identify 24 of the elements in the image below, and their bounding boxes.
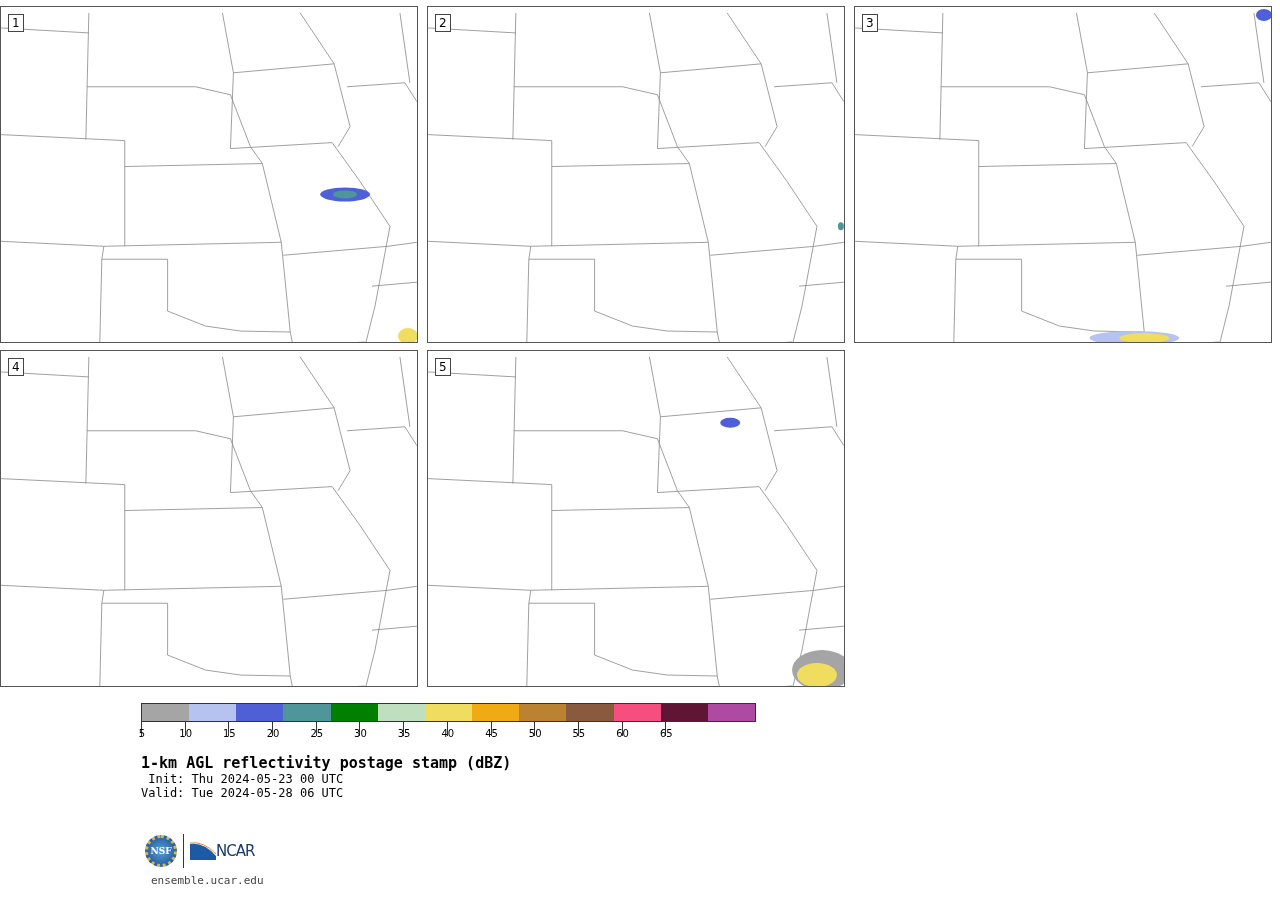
panel-number: 3 [862,14,878,32]
panel-number: 2 [435,14,451,32]
tick-label: 55 [572,728,586,739]
tick-label: 25 [310,728,324,739]
tick-label: 20 [266,728,280,739]
panel-number: 4 [8,358,24,376]
tick-label: 40 [441,728,455,739]
tick-label: 60 [616,728,629,739]
valid-time: Valid: Tue 2024-05-28 06 UTC [141,786,344,800]
tick-label: 10 [179,728,193,739]
tick-label: 5 [138,728,146,739]
panel-number: 1 [8,14,24,32]
tick-label: 15 [223,728,236,739]
tick-label: 65 [659,728,673,739]
panel-number: 5 [435,358,451,376]
tick-label: 50 [528,728,542,739]
website-url: ensemble.ucar.edu [151,874,264,887]
nsf-logo: NSF [145,835,177,867]
tick-label: 35 [397,728,411,739]
tick-label: 45 [485,728,498,739]
chart-title: 1-km AGL reflectivity postage stamp (dBZ) [141,754,512,772]
init-time: Init: Thu 2024-05-23 00 UTC [147,772,344,786]
ncar-logo: NCAR [190,842,255,860]
tick-label: 30 [354,728,367,739]
